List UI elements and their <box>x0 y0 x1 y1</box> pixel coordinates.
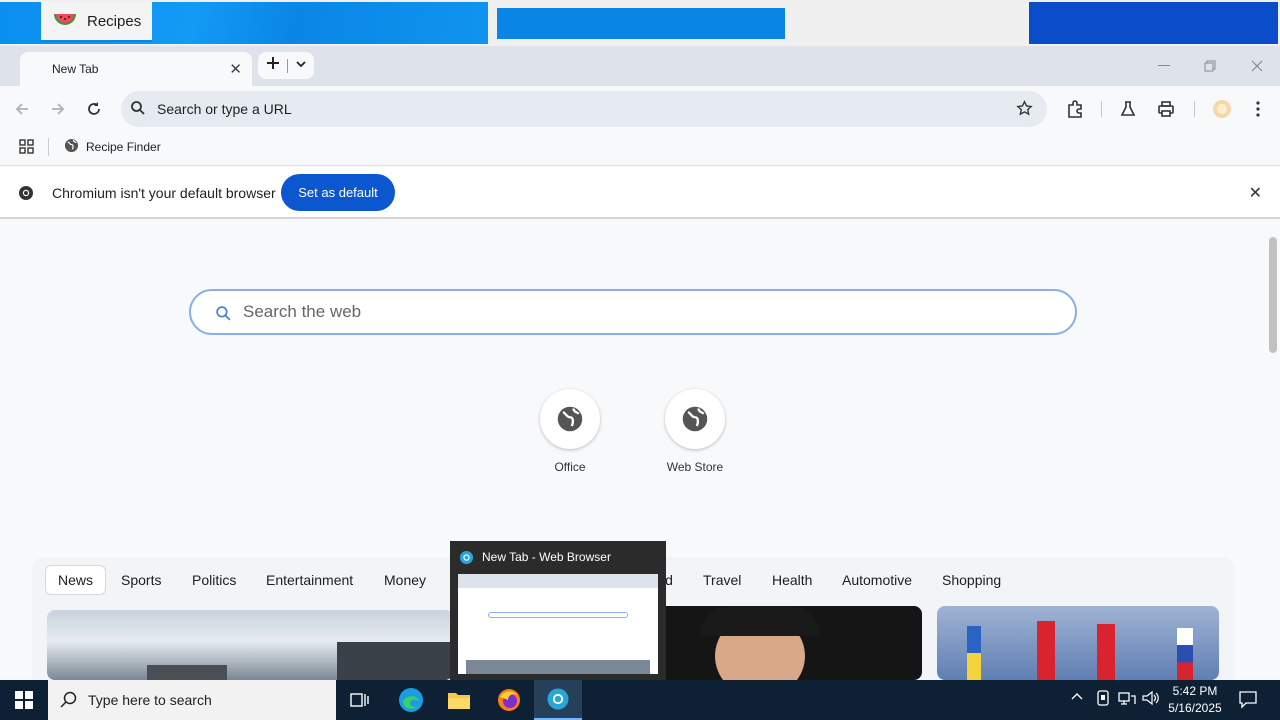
tab-news[interactable]: News <box>45 565 107 595</box>
system-clock[interactable]: 5:42 PM 5/16/2025 <box>1166 683 1224 717</box>
infobar-message: Chromium isn't your default browser <box>52 185 276 201</box>
divider <box>1101 101 1102 117</box>
recipes-tab[interactable]: Recipes <box>41 2 152 42</box>
windows-taskbar: Type here to search 5:42 PM 5/16/2025 <box>0 680 1280 720</box>
show-hidden-icons-chevron-up-icon[interactable] <box>1071 690 1083 706</box>
tab-health[interactable]: Health <box>772 565 812 595</box>
page-scrollbar[interactable] <box>1266 221 1280 680</box>
building-shape <box>147 665 227 680</box>
apps-grid-icon[interactable] <box>19 139 34 159</box>
clock-date: 5/16/2025 <box>1168 701 1222 715</box>
notifications-icon[interactable] <box>1238 689 1258 712</box>
profile-avatar-icon[interactable] <box>1209 96 1235 122</box>
flag-shape <box>1037 621 1055 680</box>
address-bar[interactable]: Search or type a URL <box>121 91 1047 127</box>
preview-title: New Tab - Web Browser <box>482 550 611 564</box>
default-browser-infobar: Chromium isn't your default browser Set … <box>0 167 1280 219</box>
header-banner-right <box>1029 2 1278 44</box>
tab-search-chevron-down-icon[interactable] <box>295 57 307 75</box>
tab-sports[interactable]: Sports <box>121 565 161 595</box>
tab-money[interactable]: Money <box>384 565 426 595</box>
extensions-puzzle-icon[interactable] <box>1062 96 1088 122</box>
search-icon <box>215 305 232 327</box>
news-card-image[interactable] <box>937 606 1219 680</box>
labs-flask-icon[interactable] <box>1115 96 1141 122</box>
flag-shape <box>967 626 981 680</box>
shortcut-label: Web Store <box>666 460 724 474</box>
print-icon[interactable] <box>1153 96 1179 122</box>
shortcut-label: Office <box>554 460 586 474</box>
building-shape <box>337 642 453 680</box>
file-explorer-icon[interactable] <box>435 680 483 720</box>
thumbnail-cards <box>466 660 650 674</box>
bookmarks-bar: Recipe Finder <box>0 132 1280 166</box>
task-view-icon[interactable] <box>336 680 384 720</box>
close-infobar-icon[interactable]: ✕ <box>1249 183 1262 203</box>
globe-icon <box>540 389 600 449</box>
globe-icon <box>665 389 725 449</box>
chromium-taskbar-icon[interactable] <box>534 680 582 720</box>
tab-title: New Tab <box>52 62 99 76</box>
restore-icon[interactable] <box>1187 46 1233 86</box>
set-as-default-button[interactable]: Set as default <box>281 174 395 211</box>
web-search-input[interactable]: Search the web <box>189 289 1077 335</box>
divider <box>48 138 49 156</box>
news-card-image[interactable] <box>47 610 453 680</box>
hair-shape <box>700 606 820 636</box>
thumbnail-search <box>488 612 628 618</box>
flag-shape <box>1177 628 1193 680</box>
new-tab-group <box>258 52 314 79</box>
divider <box>286 58 288 73</box>
taskbar-window-preview[interactable]: New Tab - Web Browser <box>450 541 666 680</box>
scrollbar-thumb[interactable] <box>1269 237 1277 353</box>
browser-tab-strip: New Tab ✕ <box>0 46 1280 86</box>
app-header-strip: Recipes <box>0 0 1280 46</box>
browser-toolbar: Search or type a URL <box>0 86 1280 132</box>
divider <box>1194 101 1195 117</box>
tab-new-tab[interactable]: New Tab ✕ <box>20 52 252 86</box>
taskbar-search-placeholder: Type here to search <box>88 692 212 708</box>
tab-entertainment[interactable]: Entertainment <box>266 565 353 595</box>
thumbnail-header <box>458 574 658 588</box>
globe-icon <box>64 138 79 156</box>
clock-time: 5:42 PM <box>1172 684 1218 698</box>
search-icon <box>60 691 78 712</box>
more-menu-icon[interactable] <box>1245 96 1271 122</box>
watermelon-icon <box>53 11 77 32</box>
close-tab-icon[interactable]: ✕ <box>229 60 242 78</box>
news-card-image[interactable] <box>655 606 922 680</box>
address-placeholder: Search or type a URL <box>157 101 292 117</box>
bookmark-label: Recipe Finder <box>86 140 161 154</box>
flag-shape <box>1097 624 1115 680</box>
chromium-icon <box>459 550 474 570</box>
shortcut-office[interactable]: Office <box>525 389 615 474</box>
close-window-icon[interactable] <box>1234 46 1280 86</box>
tab-travel[interactable]: Travel <box>703 565 741 595</box>
minimize-icon[interactable] <box>1141 46 1187 86</box>
header-banner-middle <box>497 8 785 39</box>
edge-browser-icon[interactable] <box>387 680 435 720</box>
new-tab-plus-icon[interactable] <box>266 56 280 75</box>
network-icon[interactable] <box>1118 690 1136 709</box>
search-icon <box>130 100 146 119</box>
forward-arrow-icon[interactable] <box>45 96 71 122</box>
chromium-icon <box>18 185 34 206</box>
web-search-placeholder: Search the web <box>243 302 362 321</box>
shortcut-web-store[interactable]: Web Store <box>650 389 740 474</box>
preview-thumbnail <box>458 574 658 674</box>
recipes-tab-label: Recipes <box>87 12 142 30</box>
windows-start-icon[interactable] <box>0 680 48 720</box>
bookmark-star-icon[interactable] <box>1016 100 1033 120</box>
bookmark-recipe-finder[interactable]: Recipe Finder <box>64 138 161 156</box>
volume-icon[interactable] <box>1142 690 1160 709</box>
taskbar-search-input[interactable]: Type here to search <box>48 680 336 720</box>
tab-automotive[interactable]: Automotive <box>842 565 912 595</box>
reload-icon[interactable] <box>81 96 107 122</box>
tab-politics[interactable]: Politics <box>192 565 236 595</box>
device-icon[interactable] <box>1096 690 1110 709</box>
tab-shopping[interactable]: Shopping <box>942 565 1001 595</box>
back-arrow-icon[interactable] <box>9 96 35 122</box>
firefox-icon[interactable] <box>485 680 533 720</box>
